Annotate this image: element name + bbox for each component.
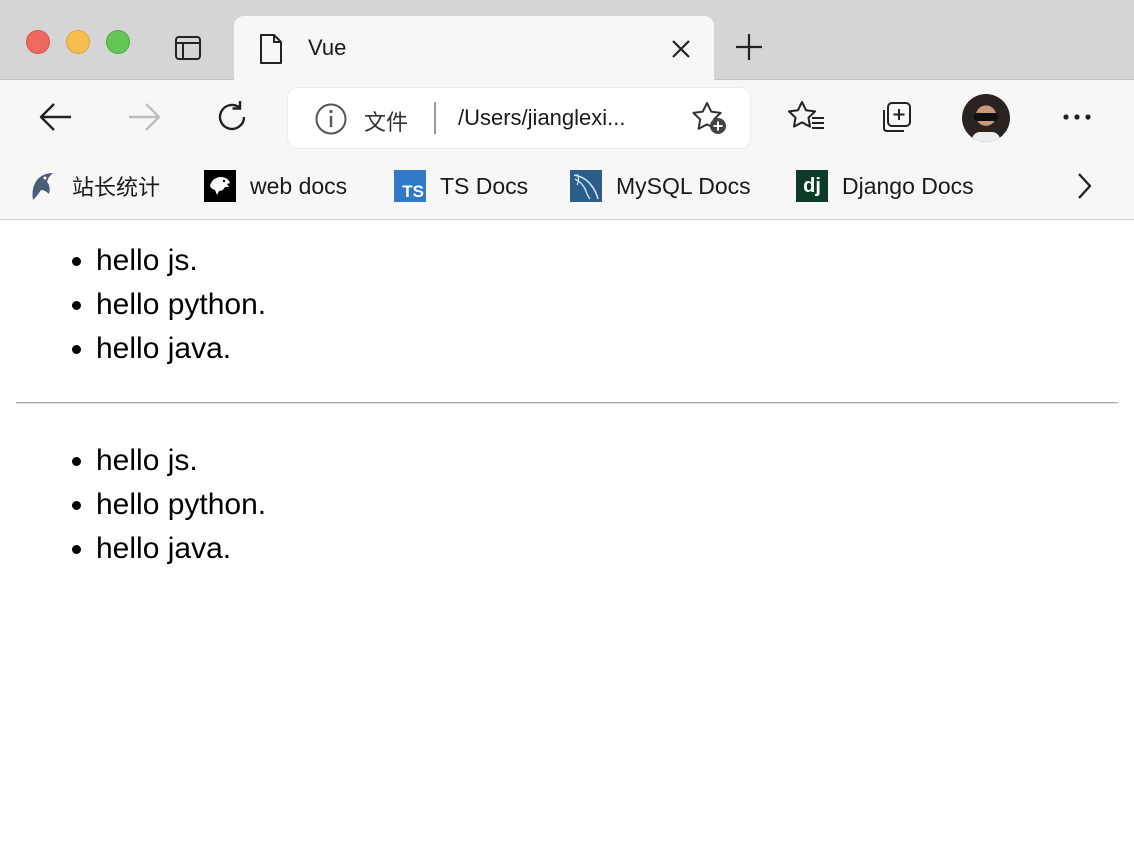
bookmark-zhanzhang[interactable]: 站长统计	[26, 168, 160, 204]
bookmark-mysql-docs[interactable]: MySQL Docs	[570, 168, 751, 204]
collections-icon	[883, 102, 911, 132]
list-item: hello python.	[96, 283, 266, 327]
info-icon[interactable]	[314, 102, 348, 136]
new-tab-button[interactable]	[732, 30, 766, 64]
tab-title: Vue	[308, 35, 347, 60]
window-minimize-button[interactable]	[66, 30, 90, 54]
bookmark-label: Django Docs	[842, 172, 974, 199]
bookmark-label: 站长统计	[72, 176, 161, 201]
active-tab[interactable]: Vue	[234, 16, 714, 80]
collections-button[interactable]	[874, 96, 916, 138]
favorites-button[interactable]	[786, 96, 828, 138]
mysql-icon	[570, 170, 602, 202]
back-button[interactable]	[35, 96, 77, 138]
window-zoom-button[interactable]	[106, 30, 130, 54]
tab-actions-icon	[175, 36, 201, 60]
list-item: hello java.	[96, 527, 266, 571]
bookmark-label: web docs	[250, 172, 348, 199]
address-separator	[434, 102, 436, 134]
tab-close-button[interactable]	[668, 36, 694, 62]
list-item: hello js.	[96, 439, 266, 483]
refresh-icon	[218, 101, 246, 131]
window-close-button[interactable]	[26, 30, 50, 54]
list-item: hello js.	[96, 239, 266, 283]
favorites-list-icon	[788, 101, 824, 129]
mdn-dino-icon	[204, 170, 236, 202]
list-item: hello python.	[96, 483, 266, 527]
bookmark-django-docs[interactable]: dj Django Docs	[796, 168, 974, 204]
horizontal-rule	[16, 402, 1118, 404]
avatar-collar	[972, 132, 1000, 142]
bookmarks-bar: 站长统计 web docs TS TS Docs MySQL Docs dj D…	[0, 154, 1134, 220]
more-dots-icon	[1063, 114, 1091, 120]
page-content: hello js. hello python. hello java. hell…	[0, 221, 1134, 856]
bookmark-web-docs[interactable]: web docs	[204, 168, 347, 204]
avatar-sunglasses	[974, 113, 998, 121]
more-menu-button[interactable]	[1056, 96, 1098, 138]
refresh-button[interactable]	[211, 96, 253, 138]
list-two: hello js. hello python. hello java.	[96, 439, 266, 571]
navigation-toolbar: 文件 /Users/jianglexi...	[0, 80, 1134, 154]
tab-strip: Vue	[0, 0, 1134, 80]
arrow-left-icon	[39, 103, 71, 131]
ts-icon-text: TS	[402, 182, 424, 201]
bookmark-ts-docs[interactable]: TS TS Docs	[394, 168, 528, 204]
page-icon	[260, 34, 282, 64]
close-icon	[672, 40, 690, 58]
forward-button[interactable]	[123, 96, 165, 138]
address-bar[interactable]: 文件 /Users/jianglexi...	[288, 88, 750, 148]
bookmark-label: MySQL Docs	[616, 172, 751, 199]
tab-actions-button[interactable]	[168, 28, 208, 68]
url-text[interactable]: /Users/jianglexi...	[458, 105, 626, 131]
list-item: hello java.	[96, 327, 266, 371]
bookmark-label: TS Docs	[440, 172, 529, 199]
plus-icon	[736, 34, 762, 60]
dolphin-icon	[26, 170, 58, 202]
django-icon: dj	[796, 170, 828, 202]
add-favorite-icon[interactable]	[690, 100, 728, 136]
chevron-right-icon	[1078, 173, 1092, 199]
list-one: hello js. hello python. hello java.	[96, 239, 266, 371]
django-icon-text: dj	[803, 175, 821, 197]
ts-icon: TS	[394, 170, 426, 202]
profile-avatar[interactable]	[962, 94, 1010, 142]
arrow-right-icon	[129, 103, 161, 131]
bookmarks-overflow-button[interactable]	[1070, 170, 1098, 202]
site-info-label[interactable]: 文件	[364, 105, 408, 137]
